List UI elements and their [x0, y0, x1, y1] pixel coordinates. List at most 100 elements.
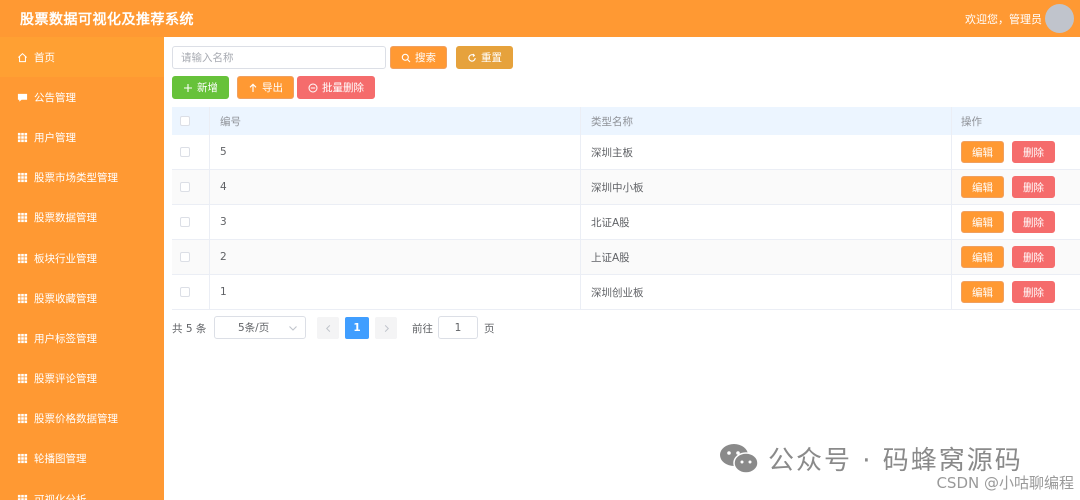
- cell-id: 2: [210, 240, 581, 274]
- grid-icon: [17, 494, 28, 500]
- welcome-text: 欢迎您，管理员: [965, 13, 1042, 26]
- sidebar-item-label: 板块行业管理: [34, 252, 97, 265]
- select-all-checkbox[interactable]: [180, 116, 190, 126]
- sidebar-item-label: 用户管理: [34, 131, 76, 144]
- page-size-value: 5条/页: [238, 322, 270, 334]
- sidebar: 首页 公告管理 用户管理 股票市场类型管理 股票数据管理 板块行业管理 股票收藏…: [0, 37, 164, 500]
- csdn-watermark: CSDN @小咕聊编程: [936, 474, 1074, 492]
- goto-page-input[interactable]: [438, 316, 478, 339]
- add-button[interactable]: 新增: [172, 76, 229, 99]
- chevron-left-icon: [325, 324, 330, 332]
- edit-button[interactable]: 编辑: [961, 211, 1004, 233]
- edit-button[interactable]: 编辑: [961, 281, 1004, 303]
- main-content: 搜索 重置 新增 导出 批量删除 编号 类型名称 操作 5 深圳主板 编辑 删除: [164, 37, 1080, 500]
- grid-icon: [17, 132, 28, 143]
- arrow-up-icon: [249, 83, 257, 92]
- row-checkbox[interactable]: [180, 182, 190, 192]
- table-row: 5 深圳主板 编辑 删除: [172, 135, 1080, 170]
- column-header-name: 类型名称: [581, 107, 952, 135]
- row-checkbox[interactable]: [180, 217, 190, 227]
- search-button-label: 搜索: [415, 52, 436, 64]
- search-input[interactable]: [172, 46, 386, 69]
- top-header: 股票数据可视化及推荐系统 欢迎您，管理员: [0, 0, 1080, 37]
- sidebar-item-market-types[interactable]: 股票市场类型管理: [0, 158, 164, 198]
- remove-circle-icon: [308, 83, 318, 92]
- table-row: 2 上证A股 编辑 删除: [172, 240, 1080, 275]
- reset-button[interactable]: 重置: [456, 46, 513, 69]
- sidebar-item-user-tags[interactable]: 用户标签管理: [0, 318, 164, 358]
- column-header-id: 编号: [210, 107, 581, 135]
- grid-icon: [17, 333, 28, 344]
- sidebar-item-visualization[interactable]: 可视化分析: [0, 479, 164, 500]
- cell-id: 1: [210, 275, 581, 309]
- sidebar-item-label: 股票价格数据管理: [34, 413, 118, 426]
- cell-name: 北证A股: [581, 205, 952, 239]
- sidebar-item-label: 可视化分析: [34, 493, 87, 500]
- search-button[interactable]: 搜索: [390, 46, 447, 69]
- batch-delete-button[interactable]: 批量删除: [297, 76, 375, 99]
- chevron-down-icon: [289, 326, 297, 331]
- edit-button[interactable]: 编辑: [961, 176, 1004, 198]
- page-size-select[interactable]: 5条/页: [214, 316, 306, 339]
- cell-name: 深圳主板: [581, 135, 952, 169]
- row-checkbox[interactable]: [180, 147, 190, 157]
- sidebar-item-stock-data[interactable]: 股票数据管理: [0, 198, 164, 238]
- table-row: 3 北证A股 编辑 删除: [172, 205, 1080, 240]
- data-table: 编号 类型名称 操作 5 深圳主板 编辑 删除 4 深圳中小板 编辑 删除 3: [172, 107, 1080, 310]
- export-button-label: 导出: [262, 82, 283, 94]
- grid-icon: [17, 413, 28, 424]
- sidebar-item-label: 用户标签管理: [34, 332, 97, 345]
- avatar[interactable]: [1045, 4, 1074, 33]
- table-row: 4 深圳中小板 编辑 删除: [172, 170, 1080, 205]
- sidebar-item-home[interactable]: 首页: [0, 37, 164, 78]
- sidebar-item-label: 轮播图管理: [34, 453, 87, 466]
- table-header: 编号 类型名称 操作: [172, 107, 1080, 135]
- sidebar-item-sectors[interactable]: 板块行业管理: [0, 238, 164, 278]
- sidebar-item-label: 股票数据管理: [34, 212, 97, 225]
- delete-button[interactable]: 删除: [1012, 211, 1055, 233]
- grid-icon: [17, 172, 28, 183]
- reset-button-label: 重置: [481, 52, 502, 64]
- sidebar-item-label: 股票评论管理: [34, 373, 97, 386]
- grid-icon: [17, 453, 28, 464]
- home-icon: [17, 52, 28, 63]
- delete-button[interactable]: 删除: [1012, 176, 1055, 198]
- prev-page-button[interactable]: [317, 317, 339, 339]
- edit-button[interactable]: 编辑: [961, 141, 1004, 163]
- sidebar-item-label: 公告管理: [34, 91, 76, 104]
- search-icon: [401, 53, 411, 62]
- sidebar-item-favorites[interactable]: 股票收藏管理: [0, 278, 164, 318]
- grid-icon: [17, 373, 28, 384]
- chevron-right-icon: [384, 324, 389, 332]
- sidebar-item-label: 首页: [34, 51, 55, 64]
- delete-button[interactable]: 删除: [1012, 141, 1055, 163]
- sidebar-item-comments[interactable]: 股票评论管理: [0, 359, 164, 399]
- next-page-button[interactable]: [375, 317, 397, 339]
- export-button[interactable]: 导出: [237, 76, 294, 99]
- row-checkbox[interactable]: [180, 287, 190, 297]
- grid-icon: [17, 253, 28, 264]
- grid-icon: [17, 212, 28, 223]
- cell-id: 3: [210, 205, 581, 239]
- cell-name: 深圳创业板: [581, 275, 952, 309]
- delete-button[interactable]: 删除: [1012, 281, 1055, 303]
- cell-name: 上证A股: [581, 240, 952, 274]
- goto-suffix: 页: [484, 323, 495, 335]
- sidebar-item-carousel[interactable]: 轮播图管理: [0, 439, 164, 479]
- page-number-current[interactable]: 1: [345, 317, 369, 339]
- cell-id: 4: [210, 170, 581, 204]
- sidebar-item-users[interactable]: 用户管理: [0, 117, 164, 157]
- sidebar-item-label: 股票收藏管理: [34, 292, 97, 305]
- sidebar-item-price-data[interactable]: 股票价格数据管理: [0, 399, 164, 439]
- row-checkbox[interactable]: [180, 252, 190, 262]
- delete-button[interactable]: 删除: [1012, 246, 1055, 268]
- plus-icon: [184, 83, 192, 92]
- app-title: 股票数据可视化及推荐系统: [20, 12, 194, 28]
- edit-button[interactable]: 编辑: [961, 246, 1004, 268]
- chat-icon: [17, 92, 28, 103]
- cell-id: 5: [210, 135, 581, 169]
- grid-icon: [17, 293, 28, 304]
- sidebar-item-announcements[interactable]: 公告管理: [0, 77, 164, 117]
- wechat-icon: [720, 443, 759, 474]
- cell-name: 深圳中小板: [581, 170, 952, 204]
